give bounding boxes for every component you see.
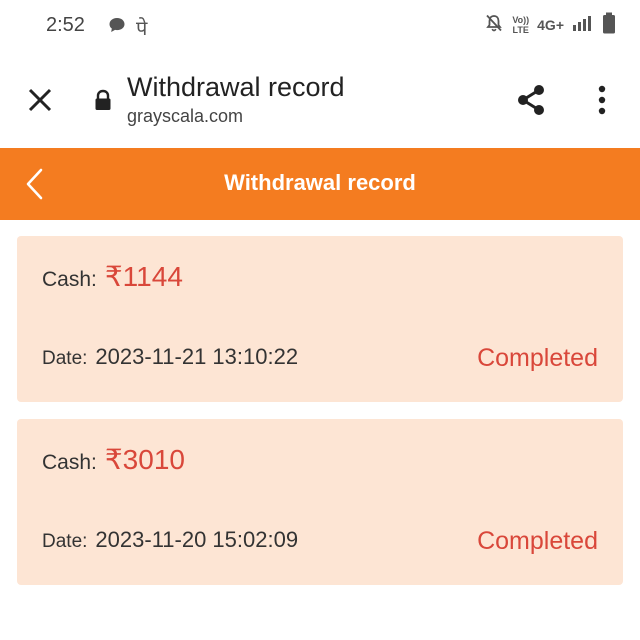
date-line: Date: 2023-11-20 15:02:09 <box>42 527 298 553</box>
app-notification-glyph: पे <box>136 18 148 40</box>
cash-label: Cash: <box>42 268 97 291</box>
status-badge: Completed <box>477 344 598 372</box>
screen: 2:52 पे Vo)) LTE 4G+ Withdrawal record g… <box>0 0 640 640</box>
cash-amount: ₹3010 <box>104 444 185 475</box>
close-button[interactable] <box>22 82 58 118</box>
close-icon <box>28 88 52 112</box>
cash-line: Cash: ₹3010 <box>42 443 185 476</box>
status-right-icons: Vo)) LTE 4G+ <box>484 12 616 37</box>
date-label: Date: <box>42 348 88 369</box>
page-title: Withdrawal record <box>127 72 345 102</box>
status-badge: Completed <box>477 527 598 555</box>
chat-bubble-icon <box>108 16 126 40</box>
volte-indicator: Vo)) LTE <box>512 14 530 35</box>
status-bar: 2:52 पे Vo)) LTE 4G+ <box>0 0 640 54</box>
date-value: 2023-11-20 15:02:09 <box>95 527 299 552</box>
app-header: Withdrawal record <box>0 148 640 220</box>
share-icon <box>518 85 544 115</box>
withdrawal-record-list: Cash: ₹1144 Date: 2023-11-21 13:10:22 Co… <box>17 236 623 602</box>
record-card[interactable]: Cash: ₹1144 Date: 2023-11-21 13:10:22 Co… <box>17 236 623 402</box>
more-options-button[interactable] <box>586 80 618 120</box>
back-chevron-icon <box>26 168 43 200</box>
share-button[interactable] <box>511 80 551 120</box>
cash-amount: ₹1144 <box>104 261 183 292</box>
header-title: Withdrawal record <box>224 170 416 195</box>
back-button[interactable] <box>16 164 52 204</box>
cash-label: Cash: <box>42 451 97 474</box>
signal-icon <box>572 14 594 35</box>
network-type: 4G+ <box>537 16 564 33</box>
page-url: grayscala.com <box>127 106 244 126</box>
notifications-off-icon <box>484 13 504 36</box>
record-card[interactable]: Cash: ₹3010 Date: 2023-11-20 15:02:09 Co… <box>17 419 623 585</box>
status-time: 2:52 <box>46 14 85 36</box>
status-left-icons: पे <box>108 14 147 41</box>
date-label: Date: <box>42 531 88 552</box>
page-title-block[interactable]: Withdrawal record grayscala.com <box>127 70 345 128</box>
cash-line: Cash: ₹1144 <box>42 260 183 293</box>
battery-icon <box>602 12 616 37</box>
date-line: Date: 2023-11-21 13:10:22 <box>42 344 298 370</box>
browser-toolbar: Withdrawal record grayscala.com <box>0 54 640 148</box>
more-vert-icon <box>598 85 606 115</box>
date-value: 2023-11-21 13:10:22 <box>95 344 299 369</box>
lock-icon <box>93 89 113 111</box>
